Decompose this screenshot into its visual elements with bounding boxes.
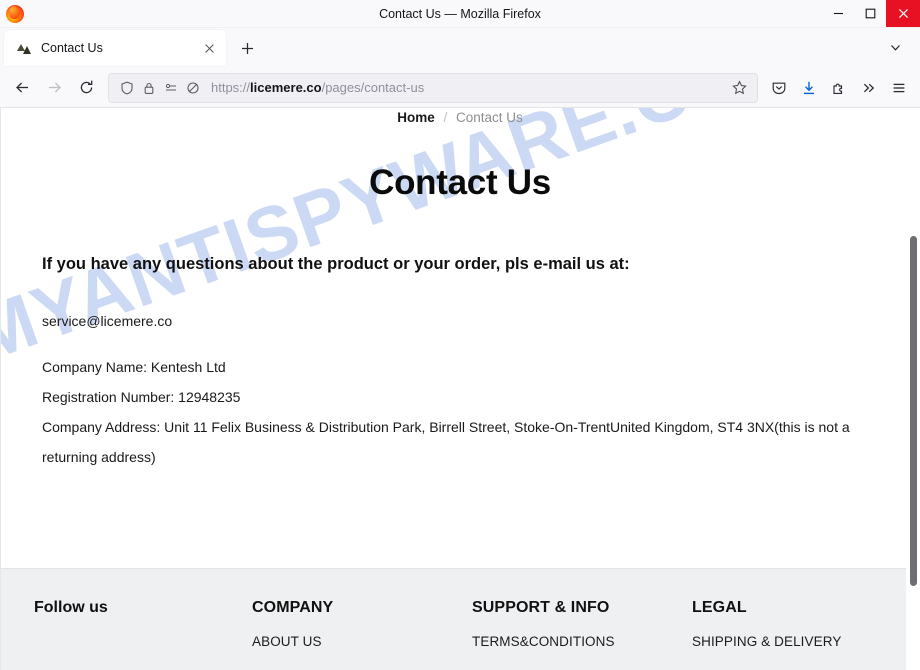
- reload-button[interactable]: [70, 73, 102, 103]
- footer-link-about-us[interactable]: ABOUT US: [252, 634, 472, 649]
- tab-contact-us[interactable]: Contact Us: [4, 30, 226, 66]
- url-text: https://licemere.co/pages/contact-us: [211, 80, 727, 95]
- web-page: MYANTISPYWARE.COM Home / Contact Us Cont…: [0, 108, 920, 670]
- page-left-edge: [0, 108, 1, 670]
- breadcrumb-separator: /: [443, 110, 448, 125]
- navigation-toolbar: https://licemere.co/pages/contact-us: [0, 68, 920, 108]
- tab-title: Contact Us: [41, 41, 103, 55]
- scrollbar-thumb[interactable]: [910, 236, 917, 586]
- contact-email[interactable]: service@licemere.co: [42, 310, 878, 332]
- url-path: /pages/contact-us: [321, 80, 425, 95]
- tracking-protection-off-icon[interactable]: [183, 78, 203, 98]
- browser-window: Contact Us — Mozilla Firefox Contact Us: [0, 0, 920, 670]
- lead-paragraph: If you have any questions about the prod…: [42, 255, 630, 273]
- page-viewport: MYANTISPYWARE.COM Home / Contact Us Cont…: [0, 108, 920, 670]
- pocket-icon[interactable]: [764, 73, 794, 103]
- footer-heading-support: SUPPORT & INFO: [472, 599, 610, 616]
- app-menu-icon[interactable]: [884, 73, 914, 103]
- close-button[interactable]: [886, 0, 920, 27]
- footer-link-shipping-delivery[interactable]: SHIPPING & DELIVERY: [692, 634, 886, 649]
- company-name-line: Company Name: Kentesh Ltd: [42, 359, 226, 375]
- tab-close-icon[interactable]: [198, 37, 220, 59]
- footer-heading-legal: LEGAL: [692, 599, 747, 616]
- breadcrumb: Home / Contact Us: [0, 108, 920, 125]
- cookie-permissions-icon[interactable]: [161, 78, 181, 98]
- star-icon[interactable]: [727, 76, 751, 100]
- title-bar: Contact Us — Mozilla Firefox: [0, 0, 920, 28]
- overflow-chevrons-icon[interactable]: [854, 73, 884, 103]
- contact-body: If you have any questions about the prod…: [0, 247, 920, 472]
- company-details: Company Name: Kentesh Ltd Registration N…: [42, 352, 878, 472]
- url-host: licemere.co: [250, 80, 322, 95]
- minimize-button[interactable]: [822, 0, 854, 27]
- site-favicon: [16, 40, 32, 56]
- footer-column-company: COMPANY ABOUT US: [252, 599, 472, 670]
- footer-column-support: SUPPORT & INFO TERMS&CONDITIONS: [472, 599, 692, 670]
- new-tab-button[interactable]: [232, 33, 262, 63]
- footer-follow-column: Follow us: [34, 599, 252, 670]
- footer-link-terms-conditions[interactable]: TERMS&CONDITIONS: [472, 634, 692, 649]
- window-controls: [822, 0, 920, 27]
- firefox-logo-icon: [6, 4, 24, 23]
- extensions-icon[interactable]: [824, 73, 854, 103]
- footer-follow-title: Follow us: [34, 599, 108, 616]
- registration-number-line: Registration Number: 12948235: [42, 389, 241, 405]
- footer-column-legal: LEGAL SHIPPING & DELIVERY: [692, 599, 886, 670]
- footer-heading-company: COMPANY: [252, 599, 334, 616]
- breadcrumb-home-link[interactable]: Home: [397, 110, 435, 125]
- shield-icon[interactable]: [117, 78, 137, 98]
- site-footer: Follow us COMPANY ABOUT US SUPPORT & INF…: [0, 568, 920, 670]
- list-all-tabs-button[interactable]: [882, 34, 908, 60]
- back-button[interactable]: [6, 73, 38, 103]
- window-title: Contact Us — Mozilla Firefox: [379, 6, 541, 21]
- url-bar[interactable]: https://licemere.co/pages/contact-us: [108, 72, 758, 103]
- downloads-icon[interactable]: [794, 73, 824, 103]
- maximize-button[interactable]: [854, 0, 886, 27]
- forward-button[interactable]: [38, 73, 70, 103]
- url-scheme: https://: [211, 80, 251, 95]
- page-content: Home / Contact Us Contact Us If you have…: [0, 108, 920, 472]
- page-title: Contact Us: [369, 163, 551, 202]
- tab-strip: Contact Us: [0, 28, 920, 68]
- padlock-icon[interactable]: [139, 78, 159, 98]
- breadcrumb-current: Contact Us: [456, 110, 523, 125]
- company-address-line: Company Address: Unit 11 Felix Business …: [42, 419, 850, 465]
- page-scrollbar[interactable]: [906, 108, 920, 670]
